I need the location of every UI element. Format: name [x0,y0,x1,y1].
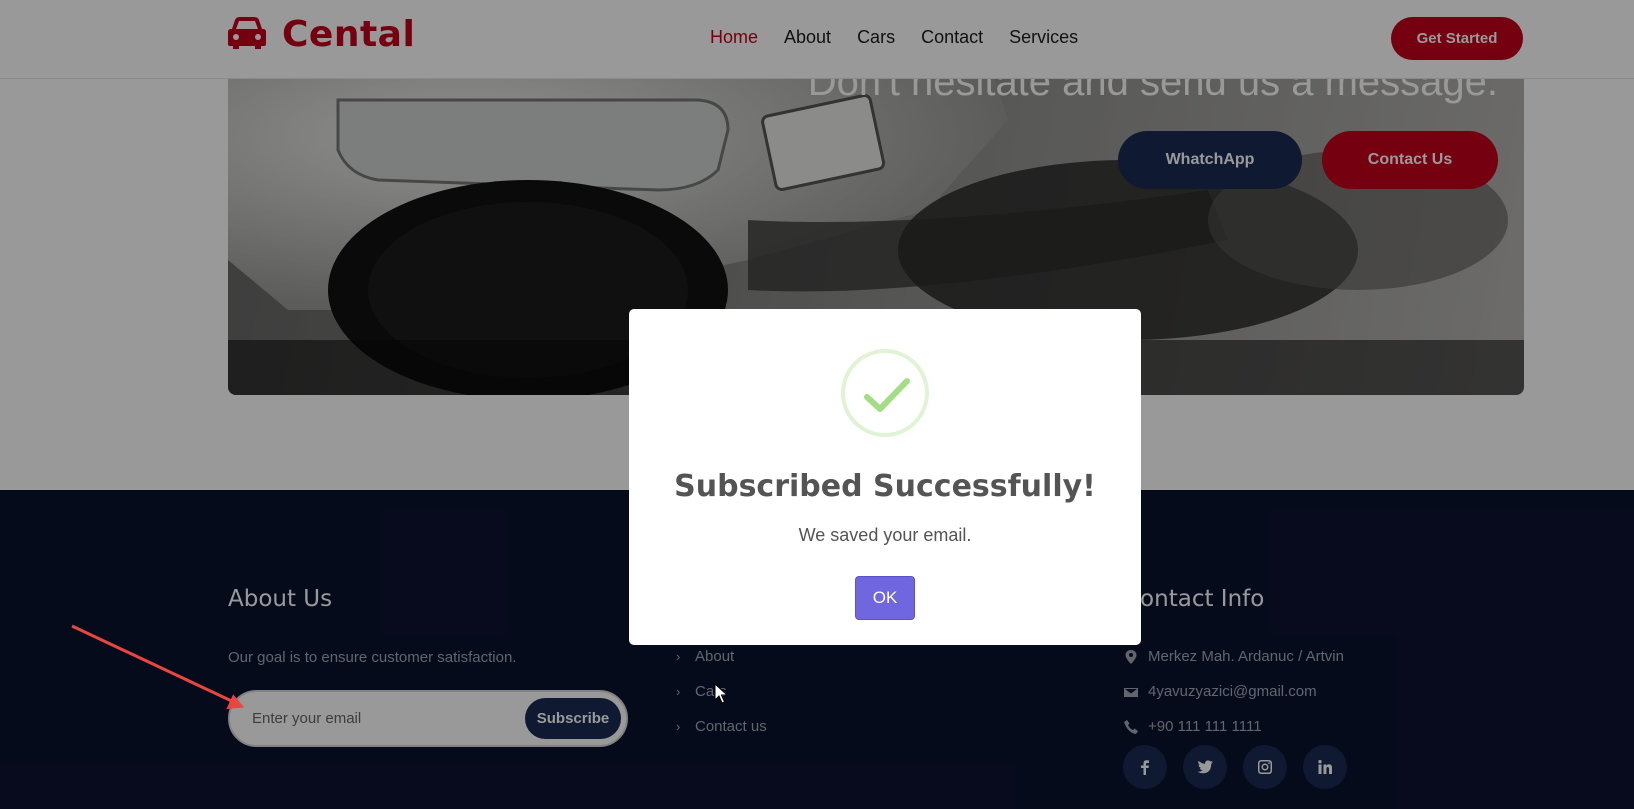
annotation-arrow [71,624,245,710]
mouse-cursor [714,683,728,704]
checkmark-icon [864,378,910,412]
success-circle [841,349,929,437]
ok-button[interactable]: OK [855,576,915,620]
dialog-title: Subscribed Successfully! [674,469,1096,504]
success-dialog: Subscribed Successfully! We saved your e… [629,309,1141,645]
dialog-message: We saved your email. [798,525,972,545]
